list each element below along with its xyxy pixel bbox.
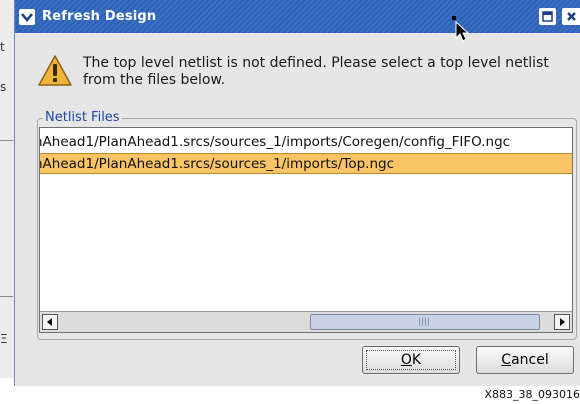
maximize-icon — [542, 11, 553, 22]
maximize-button[interactable] — [539, 8, 556, 25]
refresh-design-dialog: Refresh Design The top level netlist is … — [14, 0, 580, 386]
list-item[interactable]: nAhead1/PlanAhead1.srcs/sources_1/import… — [40, 132, 572, 153]
horizontal-scrollbar[interactable] — [40, 311, 572, 332]
grip-icon — [419, 318, 431, 326]
cancel-accelerator: C — [501, 352, 512, 368]
arrow-left-icon — [47, 318, 52, 326]
scroll-left-button[interactable] — [42, 314, 58, 330]
background-window — [0, 0, 15, 378]
netlist-files-label: Netlist Files — [43, 110, 122, 125]
window-title: Refresh Design — [42, 9, 157, 24]
mouse-cursor-icon — [452, 16, 470, 42]
warning-icon — [38, 55, 72, 86]
chevron-down-icon — [21, 13, 33, 22]
background-divider — [0, 296, 13, 297]
list-item-label: nAhead1/PlanAhead1.srcs/sources_1/import… — [40, 134, 511, 150]
cancel-button[interactable]: Cancel — [476, 346, 574, 374]
background-text-fragment: Ξ — [0, 332, 8, 346]
background-text-fragment: t — [0, 40, 5, 54]
cancel-label-rest: ancel — [511, 352, 549, 368]
close-button[interactable] — [562, 8, 580, 25]
focus-ring — [366, 350, 456, 370]
title-bar[interactable]: Refresh Design — [15, 0, 580, 33]
background-divider — [0, 140, 13, 141]
netlist-file-list[interactable]: nAhead1/PlanAhead1.srcs/sources_1/import… — [39, 127, 573, 333]
figure-id: X883_38_093016 — [476, 386, 580, 404]
scrollbar-thumb[interactable] — [310, 314, 540, 330]
scroll-right-button[interactable] — [554, 314, 570, 330]
list-item-label: nAhead1/PlanAhead1.srcs/sources_1/import… — [40, 156, 394, 172]
dialog-message: The top level netlist is not defined. Pl… — [83, 55, 549, 88]
background-text-fragment: s — [0, 80, 7, 94]
list-item-selected[interactable]: nAhead1/PlanAhead1.srcs/sources_1/import… — [40, 153, 572, 174]
arrow-right-icon — [560, 318, 565, 326]
close-icon — [567, 12, 576, 21]
ok-button[interactable]: OK — [362, 346, 460, 374]
window-menu-button[interactable] — [19, 9, 35, 25]
